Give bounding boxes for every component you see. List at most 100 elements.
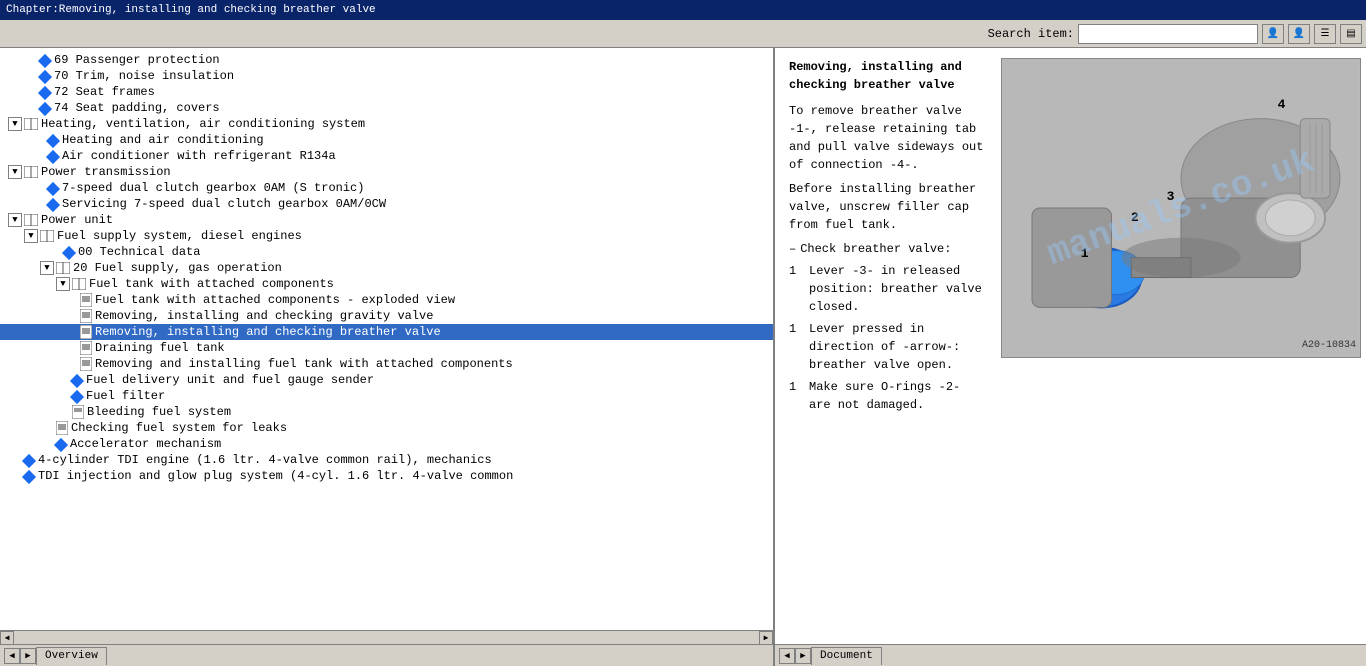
- tree-item[interactable]: 4-cylinder TDI engine (1.6 ltr. 4-valve …: [0, 452, 773, 468]
- tree-item-label: Heating and air conditioning: [62, 133, 264, 147]
- diamond-icon: [70, 389, 84, 403]
- doc-image-area: 1 2 3 4 manuals.co.uk A20-10834: [1001, 58, 1361, 634]
- tree-item[interactable]: ▼ 20 Fuel supply, gas operation: [0, 260, 773, 276]
- doc-icon: [80, 293, 92, 307]
- tree-item[interactable]: Removing, installing and checking gravit…: [0, 308, 773, 324]
- expand-spacer: [8, 453, 22, 467]
- tree-item[interactable]: Removing and installing fuel tank with a…: [0, 356, 773, 372]
- scroll-right-btn[interactable]: ▶: [759, 631, 773, 645]
- nav-next-btn[interactable]: ▶: [20, 648, 36, 664]
- expand-spacer: [32, 149, 46, 163]
- numbered-text: Make sure O-rings -2- are not damaged.: [809, 378, 989, 414]
- expand-spacer: [56, 389, 70, 403]
- image-label: A20-10834: [1302, 338, 1356, 353]
- tree-item[interactable]: Heating and air conditioning: [0, 132, 773, 148]
- tree-item[interactable]: ▼ Fuel supply system, diesel engines: [0, 228, 773, 244]
- number: 1: [789, 320, 805, 374]
- doc-paragraph: To remove breather valve -1-, release re…: [789, 102, 989, 174]
- engine-image: 1 2 3 4 manuals.co.uk A20-10834: [1001, 58, 1361, 358]
- book-icon: [24, 118, 38, 130]
- expand-icon[interactable]: ▼: [8, 213, 22, 227]
- tree-item[interactable]: Servicing 7-speed dual clutch gearbox 0A…: [0, 196, 773, 212]
- title-bar: Chapter:Removing, installing and checkin…: [0, 0, 1366, 20]
- tree-item[interactable]: Fuel tank with attached components - exp…: [0, 292, 773, 308]
- tree-item[interactable]: Checking fuel system for leaks: [0, 420, 773, 436]
- tree-item-label: 69 Passenger protection: [54, 53, 220, 67]
- doc-paragraph: –Check breather valve:: [789, 240, 989, 258]
- doc-title: Removing, installing and checking breath…: [789, 58, 989, 94]
- tree-item[interactable]: ▼ Power unit: [0, 212, 773, 228]
- tree-item[interactable]: Fuel filter: [0, 388, 773, 404]
- tree-item[interactable]: 69 Passenger protection: [0, 52, 773, 68]
- tree-item[interactable]: Accelerator mechanism: [0, 436, 773, 452]
- tree-item[interactable]: Air conditioner with refrigerant R134a: [0, 148, 773, 164]
- expand-icon[interactable]: ▼: [24, 229, 38, 243]
- tree-item-label: Servicing 7-speed dual clutch gearbox 0A…: [62, 197, 386, 211]
- tree-item-label: Removing, installing and checking gravit…: [95, 309, 433, 323]
- tree-item[interactable]: Removing, installing and checking breath…: [0, 324, 773, 340]
- doc-text-area: Removing, installing and checking breath…: [789, 58, 989, 634]
- tree-item[interactable]: 72 Seat frames: [0, 84, 773, 100]
- tree-item-label: 20 Fuel supply, gas operation: [73, 261, 282, 275]
- expand-spacer: [24, 85, 38, 99]
- expand-spacer: [24, 69, 38, 83]
- tree-item-label: Fuel filter: [86, 389, 165, 403]
- doc-icon: [80, 309, 92, 323]
- doc-icon: [80, 341, 92, 355]
- left-panel: 69 Passenger protection 70 Trim, noise i…: [0, 48, 775, 644]
- tree-item-label: Fuel tank with attached components: [89, 277, 334, 291]
- tree-container[interactable]: 69 Passenger protection 70 Trim, noise i…: [0, 48, 773, 630]
- tree-item[interactable]: 74 Seat padding, covers: [0, 100, 773, 116]
- tree-item[interactable]: Fuel delivery unit and fuel gauge sender: [0, 372, 773, 388]
- diamond-icon: [46, 149, 60, 163]
- tree-item[interactable]: ▼ Heating, ventilation, air conditioning…: [0, 116, 773, 132]
- search-extra-btn[interactable]: ▤: [1340, 24, 1362, 44]
- doc-paragraph: Before installing breather valve, unscre…: [789, 180, 989, 234]
- callout-2: 2: [1131, 208, 1139, 228]
- tree-item[interactable]: ▼ Fuel tank with attached components: [0, 276, 773, 292]
- book-icon: [56, 262, 70, 274]
- search-input[interactable]: [1078, 24, 1258, 44]
- diamond-icon: [22, 469, 36, 483]
- search-options-btn[interactable]: ☰: [1314, 24, 1336, 44]
- tree-item[interactable]: 7-speed dual clutch gearbox 0AM (S troni…: [0, 180, 773, 196]
- tree-item[interactable]: TDI injection and glow plug system (4-cy…: [0, 468, 773, 484]
- doc-nav-next-btn[interactable]: ▶: [795, 648, 811, 664]
- expand-icon[interactable]: ▼: [40, 261, 54, 275]
- right-panel: Removing, installing and checking breath…: [775, 48, 1366, 644]
- horizontal-scrollbar[interactable]: ◀ ▶: [0, 630, 773, 644]
- scroll-track[interactable]: [14, 631, 759, 645]
- diamond-icon: [54, 437, 68, 451]
- expand-icon[interactable]: ▼: [56, 277, 70, 291]
- diamond-icon: [46, 181, 60, 195]
- search-user-btn[interactable]: 👤: [1262, 24, 1284, 44]
- tree-item[interactable]: Bleeding fuel system: [0, 404, 773, 420]
- document-tab[interactable]: Document: [811, 647, 882, 665]
- search-label: Search item:: [988, 27, 1074, 41]
- title-text: Chapter:Removing, installing and checkin…: [6, 4, 376, 16]
- tree-item-label: Accelerator mechanism: [70, 437, 221, 451]
- search-next-btn[interactable]: 👤: [1288, 24, 1310, 44]
- tree-item-label: 70 Trim, noise insulation: [54, 69, 234, 83]
- doc-icon: [56, 421, 68, 435]
- tree-item-label: Fuel tank with attached components - exp…: [95, 293, 455, 307]
- nav-prev-btn[interactable]: ◀: [4, 648, 20, 664]
- diamond-icon: [38, 69, 52, 83]
- expand-spacer: [8, 469, 22, 483]
- tree-item-label: 4-cylinder TDI engine (1.6 ltr. 4-valve …: [38, 453, 492, 467]
- tree-item[interactable]: 00 Technical data: [0, 244, 773, 260]
- doc-paragraph: 1Make sure O-rings -2- are not damaged.: [789, 378, 989, 414]
- tree-item[interactable]: Draining fuel tank: [0, 340, 773, 356]
- expand-icon[interactable]: ▼: [8, 165, 22, 179]
- doc-paragraphs: To remove breather valve -1-, release re…: [789, 102, 989, 414]
- tree-item[interactable]: ▼ Power transmission: [0, 164, 773, 180]
- tree-item-label: Checking fuel system for leaks: [71, 421, 287, 435]
- expand-icon[interactable]: ▼: [8, 117, 22, 131]
- scroll-left-btn[interactable]: ◀: [0, 631, 14, 645]
- overview-tab[interactable]: Overview: [36, 647, 107, 665]
- status-right: ◀ ▶ Document: [775, 645, 1366, 666]
- doc-nav-prev-btn[interactable]: ◀: [779, 648, 795, 664]
- diamond-icon: [22, 453, 36, 467]
- tree-item[interactable]: 70 Trim, noise insulation: [0, 68, 773, 84]
- expand-spacer: [48, 245, 62, 259]
